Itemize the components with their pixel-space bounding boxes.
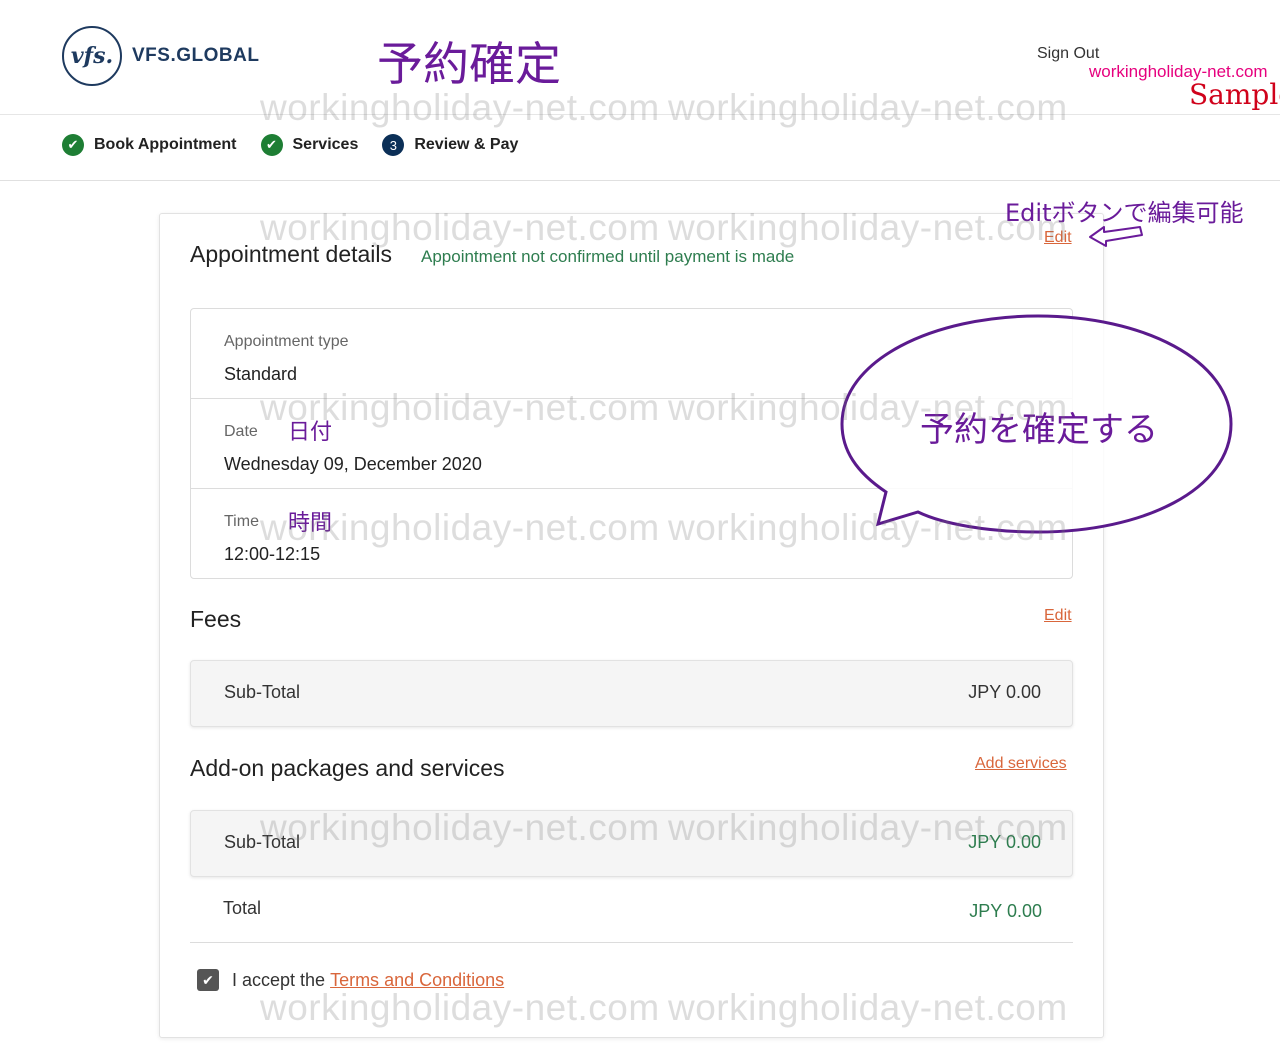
watermark-sample-text: Sample — [1189, 78, 1280, 111]
detail-value: Wednesday 09, December 2020 — [224, 454, 482, 474]
logo-text: VFS.GLOBAL — [132, 45, 260, 66]
add-services-link[interactable]: Add services — [975, 755, 1067, 773]
addons-subtotal-label: Sub-Total — [224, 832, 301, 852]
annotation-page-title: 予約確定 — [377, 37, 561, 91]
addons-title: Add-on packages and services — [190, 755, 505, 781]
edit-fees-link[interactable]: Edit — [1044, 607, 1072, 625]
step-label: Review & Pay — [414, 136, 519, 153]
fees-subtotal-box: Sub-Total JPY 0.00 — [190, 660, 1073, 727]
detail-value: Standard — [224, 364, 298, 384]
check-icon: ✔ — [260, 134, 283, 156]
detail-row-type: Appointment type Standard — [191, 309, 1072, 399]
check-icon: ✔ — [62, 134, 84, 156]
addons-subtotal-value: JPY 0.00 — [968, 832, 1041, 852]
step-services[interactable]: ✔ Services — [260, 134, 359, 156]
annotation-time-jp: 時間 — [288, 511, 333, 536]
total-value: JPY 0.00 — [969, 901, 1042, 921]
step-number-badge: 3 — [382, 134, 405, 156]
vfs-logo[interactable]: vfs. VFS.GLOBAL — [62, 26, 259, 86]
terms-link[interactable]: Terms and Conditions — [330, 970, 504, 991]
payment-note: Appointment not confirmed until payment … — [421, 247, 795, 266]
logo-mark: vfs. — [62, 26, 122, 86]
fees-subtotal-value: JPY 0.00 — [968, 682, 1041, 702]
progress-stepper: ✔ Book Appointment ✔ Services 3 Review &… — [62, 134, 542, 156]
terms-checkbox[interactable]: ✔ — [197, 969, 219, 991]
detail-value: 12:00-12:15 — [224, 544, 321, 564]
step-review-pay[interactable]: 3 Review & Pay — [382, 134, 518, 156]
appointment-details-title: Appointment details — [190, 241, 393, 267]
step-book-appointment[interactable]: ✔ Book Appointment — [62, 134, 237, 156]
annotation-bubble-text: 予約を確定する — [920, 411, 1158, 449]
step-label: Book Appointment — [94, 136, 237, 153]
detail-label: Date — [224, 423, 258, 440]
step-label: Services — [292, 136, 359, 153]
terms-acceptance: ✔ I accept the Terms and Conditions — [197, 969, 504, 991]
fees-subtotal-label: Sub-Total — [224, 682, 301, 702]
fees-title: Fees — [190, 606, 242, 632]
terms-prefix: I accept the — [232, 969, 326, 990]
sign-out-link[interactable]: Sign Out — [1037, 45, 1099, 63]
addons-subtotal-box: Sub-Total JPY 0.00 — [190, 810, 1073, 877]
stepper-divider — [0, 180, 1280, 181]
detail-label: Appointment type — [224, 333, 349, 350]
detail-label: Time — [224, 513, 259, 530]
total-label: Total — [223, 898, 262, 918]
total-row: Total JPY 0.00 — [190, 880, 1073, 943]
edit-appointment-link[interactable]: Edit — [1044, 229, 1072, 247]
annotation-date-jp: 日付 — [288, 420, 333, 445]
annotation-arrow-icon — [1089, 226, 1143, 247]
top-header: vfs. VFS.GLOBAL 予約確定 Sign Out workinghol… — [0, 0, 1280, 115]
